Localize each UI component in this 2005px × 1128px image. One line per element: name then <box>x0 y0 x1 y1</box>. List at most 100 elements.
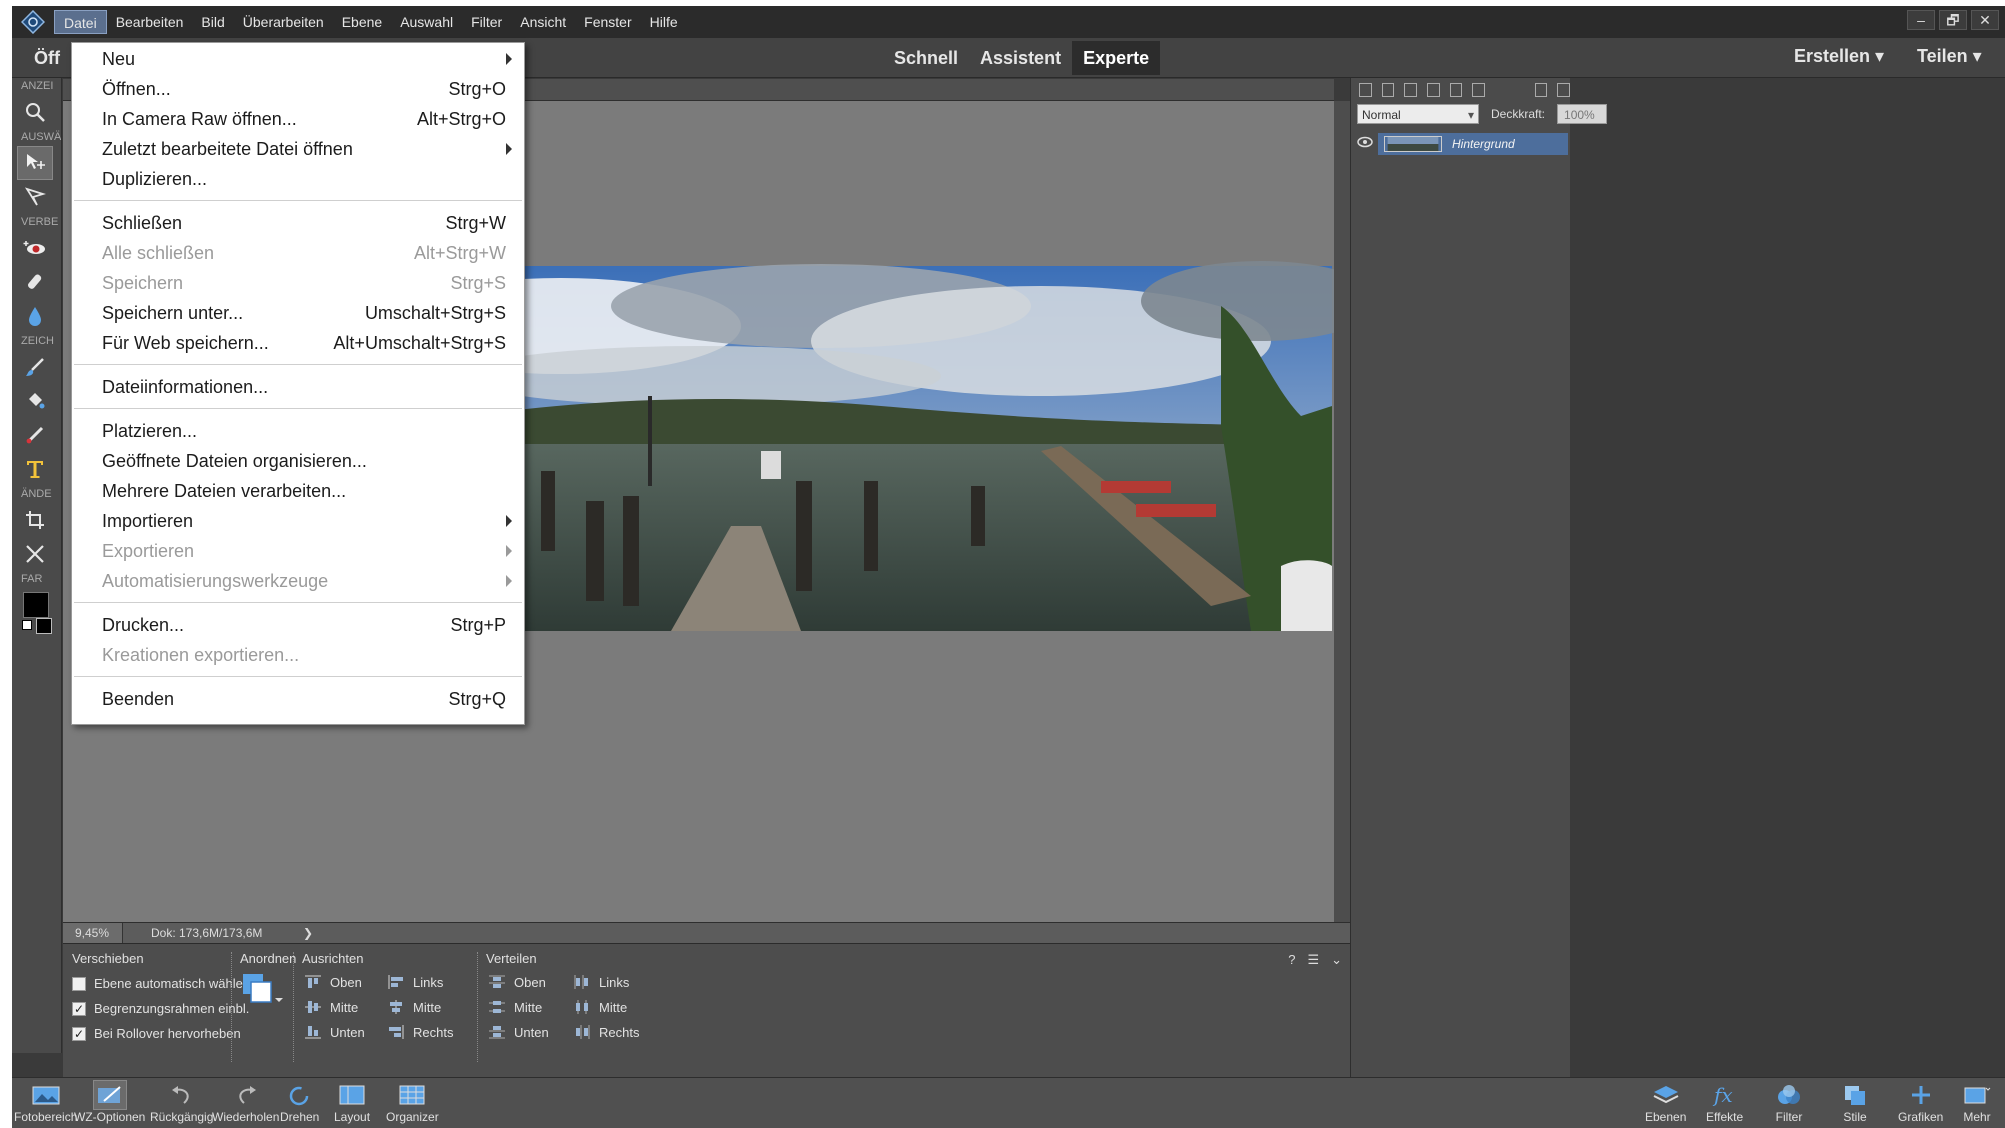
photo-bin-button[interactable]: Fotobereich <box>14 1080 77 1124</box>
tab-assistent[interactable]: Assistent <box>969 41 1072 75</box>
new-group-icon[interactable] <box>1381 83 1395 97</box>
tool-options-button[interactable]: WZ-Optionen <box>74 1080 145 1124</box>
menu-auswahl[interactable]: Auswahl <box>391 10 462 34</box>
menu-fenster[interactable]: Fenster <box>575 10 640 34</box>
undo-button[interactable]: Rückgängig <box>150 1080 213 1124</box>
paint-bucket-icon[interactable] <box>17 384 53 418</box>
align-right-button[interactable]: Rechts <box>387 1024 453 1040</box>
restore-button[interactable]: 🗗 <box>1939 10 1967 30</box>
menu-item-import[interactable]: Importieren <box>72 507 524 535</box>
status-menu-arrow-icon[interactable]: ❯ <box>301 926 315 940</box>
menu-ueberarbeiten[interactable]: Überarbeiten <box>234 10 333 34</box>
lock-icon[interactable] <box>1449 83 1463 97</box>
menu-item-process-multiple[interactable]: Mehrere Dateien verarbeiten... <box>72 477 524 505</box>
close-button[interactable]: ✕ <box>1971 10 1999 30</box>
options-menu-icon[interactable]: ☰ <box>1307 952 1319 968</box>
lock-transparency-icon[interactable] <box>1472 83 1485 97</box>
align-top-button[interactable]: Oben <box>304 974 362 990</box>
blur-icon[interactable] <box>17 299 53 333</box>
auto-select-layer-checkbox[interactable] <box>72 976 86 991</box>
filter-button[interactable]: Filter <box>1772 1080 1806 1124</box>
graphics-button[interactable]: Grafiken <box>1898 1080 1943 1124</box>
menu-item-open[interactable]: Öffnen... Strg+O <box>72 75 524 103</box>
menu-item-open-camera-raw[interactable]: In Camera Raw öffnen... Alt+Strg+O <box>72 105 524 133</box>
effects-button[interactable]: fx Effekte <box>1706 1080 1743 1124</box>
align-left-button[interactable]: Links <box>387 974 443 990</box>
menu-bild[interactable]: Bild <box>192 10 233 34</box>
collapse-icon[interactable]: ⌄ <box>1331 952 1342 968</box>
menu-item-organize-open-files[interactable]: Geöffnete Dateien organisieren... <box>72 447 524 475</box>
menu-ebene[interactable]: Ebene <box>333 10 391 34</box>
styles-button[interactable]: Stile <box>1838 1080 1872 1124</box>
align-bottom-button[interactable]: Unten <box>304 1024 365 1040</box>
layer-row[interactable]: Hintergrund <box>1352 133 1570 155</box>
default-colors-icon[interactable] <box>22 620 32 630</box>
menu-hilfe[interactable]: Hilfe <box>641 10 687 34</box>
create-button[interactable]: Erstellen ▾ <box>1794 46 1884 67</box>
color-swatches[interactable] <box>18 588 58 638</box>
red-eye-icon[interactable] <box>17 231 53 265</box>
menu-item-recent-files[interactable]: Zuletzt bearbeitete Datei öffnen <box>72 135 524 163</box>
show-bounding-box-option[interactable]: ✓ Begrenzungsrahmen einbl. <box>72 1001 249 1016</box>
menu-item-new[interactable]: Neu <box>72 45 524 73</box>
distribute-left-button[interactable]: Links <box>573 974 629 990</box>
redo-button[interactable]: Wiederholen <box>212 1080 279 1124</box>
tab-experte[interactable]: Experte <box>1072 41 1161 75</box>
eye-icon[interactable] <box>1352 135 1378 153</box>
auto-select-layer-option[interactable]: Ebene automatisch wählen <box>72 976 250 991</box>
app-logo-icon[interactable] <box>12 6 54 38</box>
blend-mode-select[interactable]: Normal <box>1357 104 1479 125</box>
layer-mask-icon[interactable] <box>1426 83 1440 97</box>
menu-ansicht[interactable]: Ansicht <box>511 10 575 34</box>
menu-item-place[interactable]: Platzieren... <box>72 417 524 445</box>
crop-icon[interactable] <box>17 503 53 537</box>
distribute-top-button[interactable]: Oben <box>488 974 546 990</box>
help-icon[interactable]: ? <box>1288 952 1295 968</box>
trash-icon[interactable] <box>1534 83 1548 97</box>
distribute-middle-button[interactable]: Mitte <box>488 999 542 1015</box>
move-icon[interactable] <box>17 146 53 180</box>
vertical-scrollbar[interactable] <box>1334 101 1350 927</box>
adjustment-layer-icon[interactable] <box>1404 83 1417 97</box>
share-button[interactable]: Teilen ▾ <box>1917 46 1982 67</box>
highlight-rollover-checkbox[interactable]: ✓ <box>72 1026 86 1041</box>
recompose-icon[interactable] <box>17 537 53 571</box>
background-color-swatch[interactable] <box>36 618 52 634</box>
show-bounding-box-checkbox[interactable]: ✓ <box>72 1001 86 1016</box>
highlight-rollover-option[interactable]: ✓ Bei Rollover hervorheben <box>72 1026 241 1041</box>
layers-button[interactable]: Ebenen <box>1645 1080 1686 1124</box>
lasso-icon[interactable] <box>17 180 53 214</box>
organizer-button[interactable]: Organizer <box>386 1080 439 1124</box>
healing-brush-icon[interactable] <box>17 265 53 299</box>
tab-schnell[interactable]: Schnell <box>883 41 969 75</box>
align-center-button[interactable]: Mitte <box>387 999 441 1015</box>
distribute-bottom-button[interactable]: Unten <box>488 1024 549 1040</box>
opacity-field[interactable]: 100% <box>1557 104 1608 124</box>
eyedropper-icon[interactable] <box>17 418 53 452</box>
layer-item-background[interactable]: Hintergrund <box>1378 133 1568 155</box>
panel-menu-icon[interactable] <box>1557 83 1570 97</box>
menu-item-duplicate[interactable]: Duplizieren... <box>72 165 524 193</box>
zoom-level-field[interactable]: 9,45% <box>63 923 123 943</box>
distribute-right-button[interactable]: Rechts <box>573 1024 639 1040</box>
menu-filter[interactable]: Filter <box>462 10 511 34</box>
foreground-color-swatch[interactable] <box>23 592 49 618</box>
menu-item-close[interactable]: Schließen Strg+W <box>72 209 524 237</box>
distribute-center-button[interactable]: Mitte <box>573 999 627 1015</box>
menu-datei[interactable]: Datei <box>54 10 107 34</box>
more-button[interactable]: Mehr <box>1960 1080 1994 1124</box>
menu-item-save-as[interactable]: Speichern unter... Umschalt+Strg+S <box>72 299 524 327</box>
menu-item-file-info[interactable]: Dateiinformationen... <box>72 373 524 401</box>
zoom-icon[interactable] <box>17 95 53 129</box>
new-layer-icon[interactable] <box>1359 83 1372 97</box>
brush-icon[interactable] <box>17 350 53 384</box>
arrange-dropdown[interactable] <box>241 972 285 1015</box>
menu-bearbeiten[interactable]: Bearbeiten <box>107 10 193 34</box>
layout-button[interactable]: Layout <box>334 1080 370 1124</box>
open-button[interactable]: Öff <box>34 48 60 69</box>
align-middle-button[interactable]: Mitte <box>304 999 358 1015</box>
menu-item-print[interactable]: Drucken... Strg+P <box>72 611 524 639</box>
menu-item-save-for-web[interactable]: Für Web speichern... Alt+Umschalt+Strg+S <box>72 329 524 357</box>
menu-item-exit[interactable]: Beenden Strg+Q <box>72 685 524 713</box>
text-icon[interactable] <box>17 452 53 486</box>
